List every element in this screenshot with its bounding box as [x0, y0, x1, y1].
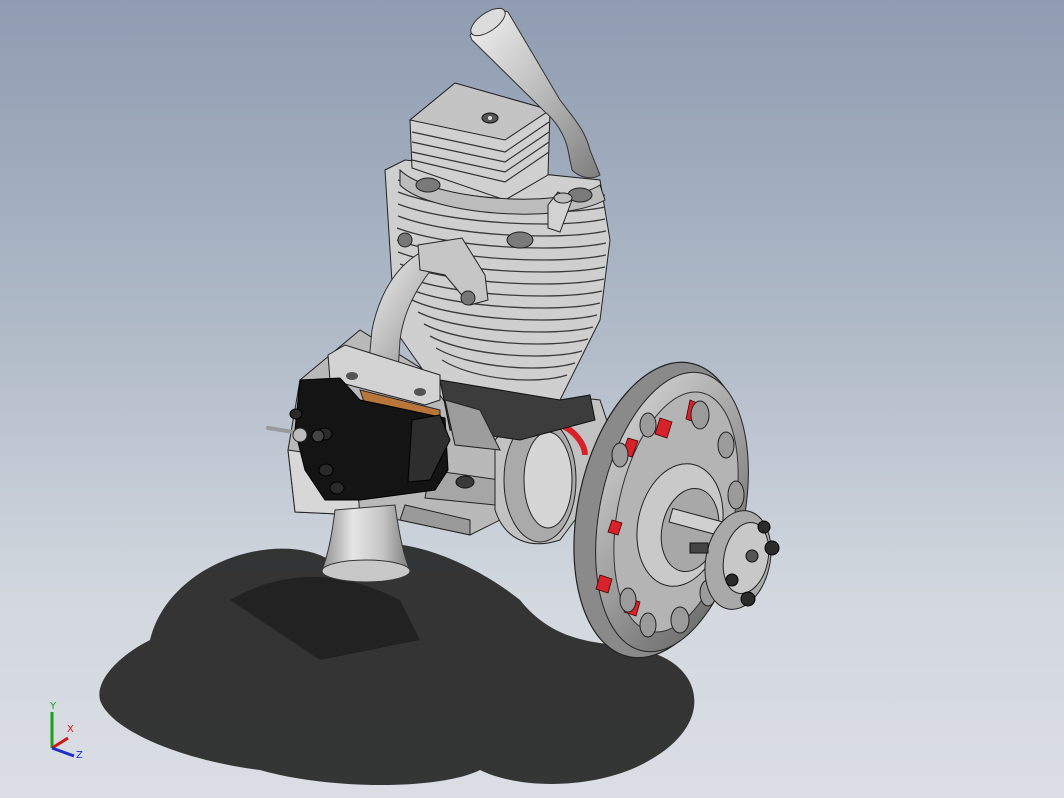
z-axis-line — [51, 746, 75, 758]
graphics-viewport[interactable]: Y X Z — [0, 0, 1064, 798]
flywheel[interactable] — [549, 346, 772, 674]
base-foot[interactable] — [321, 504, 411, 583]
orientation-triad: Y X Z — [49, 701, 83, 761]
x-axis-label: X — [67, 724, 74, 735]
y-axis-label: Y — [49, 701, 57, 712]
x-axis-line — [51, 736, 69, 750]
z-axis-label: Z — [76, 750, 83, 761]
engine-model-scene[interactable] — [0, 0, 1064, 798]
